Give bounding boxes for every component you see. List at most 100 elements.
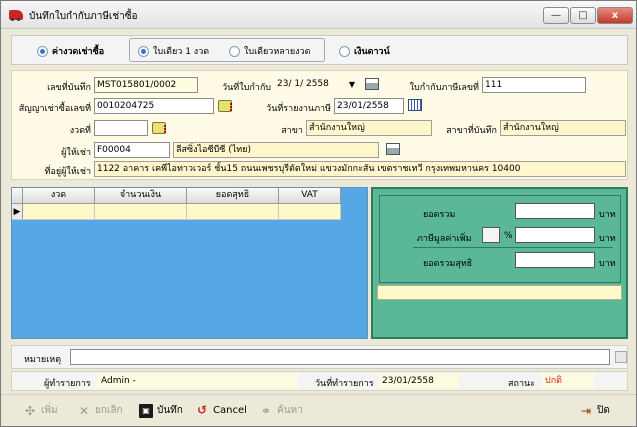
- app-window: บันทึกใบกำกับภาษีเช่าซื้อ — □ x ค่างวดเช…: [0, 0, 637, 427]
- total-field: [515, 203, 595, 219]
- table-cell[interactable]: [279, 204, 341, 220]
- table-cell[interactable]: [95, 204, 187, 220]
- mode-installment-radio[interactable]: ค่างวดเช่าซื้อ: [37, 44, 104, 58]
- lessee-name-field: ลีสซิ่งไอซีบีซี (ไทย): [173, 142, 379, 158]
- lessee-code-field[interactable]: F00004: [94, 142, 170, 158]
- status-bar: ผู้ทำรายการ Admin - วันที่ทำรายการ 23/01…: [11, 371, 628, 391]
- remarks-field[interactable]: [70, 349, 610, 365]
- floppy-save-icon: ▣: [139, 403, 153, 418]
- installment-label: งวดที่: [69, 126, 91, 136]
- table-cell[interactable]: [23, 204, 95, 220]
- title-bar: บันทึกใบกำกับภาษีเช่าซื้อ — □ x: [1, 1, 636, 29]
- installment-grid: งวด จำนวนเงิน ยอดสุทธิ VAT ▶: [11, 187, 368, 339]
- search-button[interactable]: ⚭ ค้นหา: [259, 403, 303, 418]
- radio-unselected-icon: [229, 45, 240, 57]
- table-row[interactable]: ▶: [12, 204, 341, 220]
- chevron-down-icon[interactable]: ▼: [347, 77, 357, 93]
- mode-installment-label: ค่างวดเช่าซื้อ: [52, 47, 105, 57]
- void-button[interactable]: ✕ ยกเลิก: [77, 403, 123, 418]
- save-button[interactable]: ▣ บันทึก: [139, 403, 183, 418]
- minimize-button[interactable]: —: [543, 7, 569, 24]
- vat-label: ภาษีมูลค่าเพิ่ม: [417, 234, 472, 244]
- radio-selected-icon: [138, 45, 149, 57]
- search-button-label: ค้นหา: [277, 405, 303, 416]
- cancel-x-icon: ✕: [78, 403, 90, 418]
- percent-label: %: [504, 231, 513, 241]
- radio-unselected-icon: [339, 45, 350, 57]
- lessee-label: ผู้ให้เช่า: [61, 148, 91, 158]
- transaction-date-label: วันที่ทำรายการ: [315, 379, 374, 389]
- mode-downpayment-radio[interactable]: เงินดาวน์: [339, 44, 390, 58]
- operator-value: Admin -: [98, 374, 298, 388]
- summary-note-bar: [377, 285, 622, 300]
- remarks-section: หมายเหตุ: [11, 345, 628, 369]
- remarks-label: หมายเหตุ: [24, 355, 62, 365]
- vat-field: [515, 227, 595, 243]
- calendar-print-icon[interactable]: [365, 78, 379, 90]
- cancel-button-label: Cancel: [213, 404, 247, 416]
- tax-invoice-no-label: ใบกำกับภาษีเลขที่: [409, 83, 479, 93]
- radio-selected-icon: [37, 45, 48, 57]
- add-icon: ✣: [24, 403, 36, 418]
- record-branch-label: สาขาที่บันทึก: [446, 126, 497, 136]
- contract-no-field[interactable]: 0010204725: [94, 98, 214, 114]
- add-button-label: เพิ่ม: [41, 405, 58, 416]
- summary-panel: ยอดรวม บาท ภาษีมูลค่าเพิ่ม % บาท ยอดรวมส…: [371, 187, 628, 339]
- record-branch-field: สำนักงานใหญ่: [500, 120, 626, 136]
- vat-unit: บาท: [599, 234, 616, 244]
- exit-button[interactable]: ⇥ ปิด: [579, 403, 610, 418]
- net-field: [515, 252, 595, 268]
- summary-divider: [413, 247, 613, 248]
- column-header-vat[interactable]: VAT: [279, 188, 341, 204]
- invoice-single-label: ใบเดียว 1 งวด: [153, 47, 210, 57]
- total-label: ยอดรวม: [423, 210, 456, 220]
- grid-corner: [12, 188, 23, 204]
- installment-lookup-icon[interactable]: [152, 122, 166, 134]
- operator-label: ผู้ทำรายการ: [44, 379, 91, 389]
- close-window-button[interactable]: x: [597, 7, 633, 24]
- column-header-net[interactable]: ยอดสุทธิ: [187, 188, 279, 204]
- record-no-label: เลขที่บันทึก: [47, 83, 91, 93]
- contract-lookup-icon[interactable]: [218, 100, 232, 112]
- add-button[interactable]: ✣ เพิ่ม: [23, 403, 58, 418]
- exit-button-label: ปิด: [597, 405, 610, 416]
- maximize-button[interactable]: □: [570, 7, 596, 24]
- record-no-field[interactable]: MST015801/0002: [94, 77, 198, 93]
- net-label: ยอดรวมสุทธิ: [423, 259, 473, 269]
- state-badge: ปกติ: [542, 374, 594, 388]
- void-button-label: ยกเลิก: [95, 405, 123, 416]
- contract-no-label: สัญญาเช่าซื้อเลขที่: [18, 104, 91, 114]
- lessee-detail-icon[interactable]: [386, 143, 400, 155]
- total-unit: บาท: [599, 210, 616, 220]
- invoice-multi-radio[interactable]: ใบเดียวหลายงวด: [229, 44, 310, 58]
- remarks-edit-icon[interactable]: [615, 351, 627, 363]
- undo-icon: ↺: [196, 403, 208, 417]
- column-header-amount[interactable]: จำนวนเงิน: [95, 188, 187, 204]
- net-unit: บาท: [599, 259, 616, 269]
- state-label: สถานะ: [508, 379, 535, 389]
- tax-invoice-no-field[interactable]: 111: [482, 77, 586, 93]
- column-header-installment[interactable]: งวด: [23, 188, 95, 204]
- branch-label: สาขา: [281, 126, 303, 136]
- installment-field[interactable]: [94, 120, 148, 136]
- grid-header: งวด จำนวนเงิน ยอดสุทธิ VAT: [12, 188, 341, 204]
- save-button-label: บันทึก: [157, 405, 183, 416]
- calendar-icon[interactable]: [408, 99, 422, 111]
- row-pointer-icon: ▶: [12, 204, 23, 220]
- transaction-date-value: 23/01/2558: [379, 374, 459, 388]
- invoice-date-label: วันที่ใบกำกับ: [222, 83, 271, 93]
- invoice-multi-label: ใบเดียวหลายงวด: [244, 47, 311, 57]
- mode-downpayment-label: เงินดาวน์: [354, 47, 390, 57]
- address-field: 1122 อาคาร เคพีไอทาวเวอร์ ชั้น15 ถนนเพชร…: [94, 161, 626, 177]
- exit-door-icon: ⇥: [580, 403, 592, 418]
- invoice-single-radio[interactable]: ใบเดียว 1 งวด: [138, 44, 209, 58]
- binoculars-icon: ⚭: [260, 403, 272, 418]
- window-title: บันทึกใบกำกับภาษีเช่าซื้อ: [29, 11, 138, 22]
- car-icon: [9, 10, 23, 21]
- report-date-field[interactable]: 23/01/2558: [334, 98, 404, 114]
- report-date-label: วันที่รายงานภาษี: [266, 104, 331, 114]
- vat-rate-field[interactable]: [482, 227, 500, 243]
- cancel-button[interactable]: ↺ Cancel: [195, 403, 247, 417]
- bottom-toolbar: ✣ เพิ่ม ✕ ยกเลิก ▣ บันทึก ↺ Cancel ⚭ ค้น…: [1, 394, 636, 426]
- table-cell[interactable]: [187, 204, 279, 220]
